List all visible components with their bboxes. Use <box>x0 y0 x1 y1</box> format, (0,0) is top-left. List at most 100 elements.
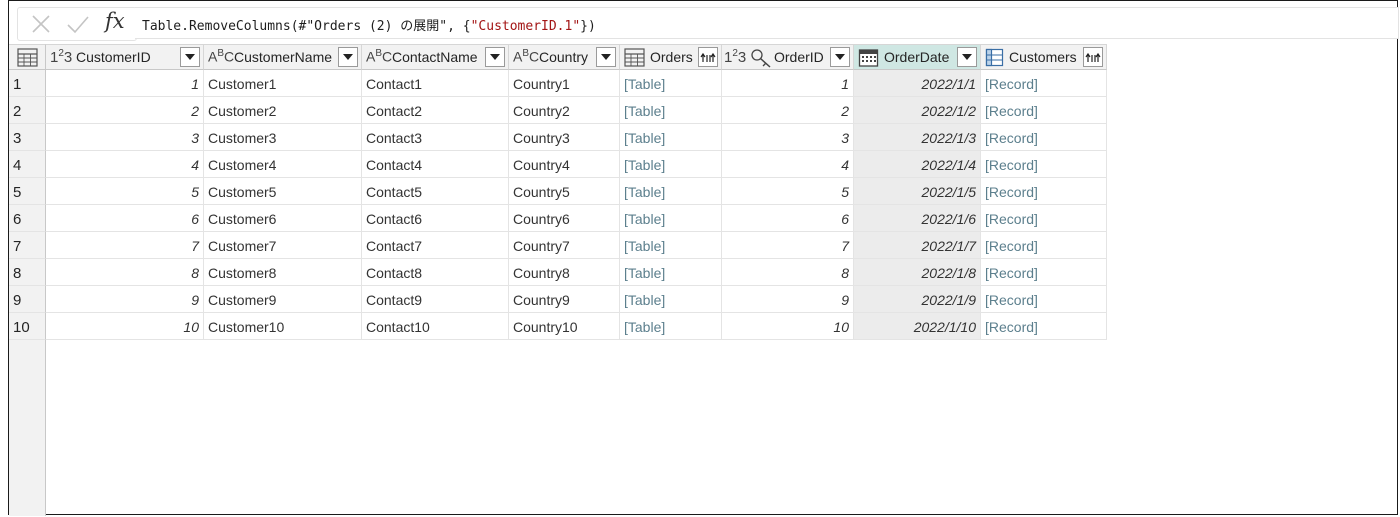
table-cell-orderid[interactable]: 7 <box>722 232 854 259</box>
table-cell-contactname[interactable]: Contact1 <box>362 70 509 97</box>
table-cell-customerid[interactable]: 3 <box>46 124 204 151</box>
row-number[interactable]: 6 <box>9 205 46 232</box>
column-header-customerid[interactable]: 123 CustomerID <box>46 44 204 70</box>
table-cell-orderid[interactable]: 5 <box>722 178 854 205</box>
table-cell-customername[interactable]: Customer7 <box>204 232 362 259</box>
table-cell-country[interactable]: Country5 <box>509 178 620 205</box>
column-header-orderdate[interactable]: OrderDate <box>854 44 981 70</box>
row-number[interactable]: 1 <box>9 70 46 97</box>
row-number[interactable]: 9 <box>9 286 46 313</box>
filter-dropdown-button[interactable] <box>180 47 200 67</box>
table-cell-country[interactable]: Country4 <box>509 151 620 178</box>
table-cell-orderid[interactable]: 1 <box>722 70 854 97</box>
table-cell-orders[interactable]: [Table] <box>620 124 722 151</box>
confirm-formula-button[interactable] <box>66 13 89 35</box>
filter-dropdown-button[interactable] <box>830 47 850 67</box>
table-cell-customers[interactable]: [Record] <box>981 205 1107 232</box>
table-cell-orderdate[interactable]: 2022/1/4 <box>854 151 981 178</box>
table-cell-country[interactable]: Country7 <box>509 232 620 259</box>
table-cell-customername[interactable]: Customer1 <box>204 70 362 97</box>
table-cell-customers[interactable]: [Record] <box>981 313 1107 340</box>
table-cell-customername[interactable]: Customer2 <box>204 97 362 124</box>
table-cell-customername[interactable]: Customer6 <box>204 205 362 232</box>
filter-dropdown-button[interactable] <box>957 47 977 67</box>
table-cell-customers[interactable]: [Record] <box>981 124 1107 151</box>
table-cell-orders[interactable]: [Table] <box>620 97 722 124</box>
table-cell-orderid[interactable]: 3 <box>722 124 854 151</box>
table-cell-contactname[interactable]: Contact4 <box>362 151 509 178</box>
table-cell-contactname[interactable]: Contact7 <box>362 232 509 259</box>
table-cell-customerid[interactable]: 6 <box>46 205 204 232</box>
select-all-corner[interactable] <box>9 44 46 70</box>
table-cell-orderdate[interactable]: 2022/1/3 <box>854 124 981 151</box>
table-cell-orders[interactable]: [Table] <box>620 70 722 97</box>
column-header-country[interactable]: ABC Country <box>509 44 620 70</box>
table-cell-customers[interactable]: [Record] <box>981 178 1107 205</box>
table-cell-orderid[interactable]: 4 <box>722 151 854 178</box>
expand-column-button[interactable] <box>1083 47 1103 67</box>
table-cell-country[interactable]: Country6 <box>509 205 620 232</box>
row-number[interactable]: 10 <box>9 313 46 340</box>
table-cell-contactname[interactable]: Contact3 <box>362 124 509 151</box>
row-number[interactable]: 2 <box>9 97 46 124</box>
table-cell-country[interactable]: Country1 <box>509 70 620 97</box>
row-number[interactable]: 8 <box>9 259 46 286</box>
table-cell-customername[interactable]: Customer8 <box>204 259 362 286</box>
table-cell-orders[interactable]: [Table] <box>620 232 722 259</box>
table-cell-country[interactable]: Country3 <box>509 124 620 151</box>
table-cell-customerid[interactable]: 1 <box>46 70 204 97</box>
table-cell-orders[interactable]: [Table] <box>620 151 722 178</box>
table-cell-contactname[interactable]: Contact6 <box>362 205 509 232</box>
formula-input[interactable]: Table.RemoveColumns(#"Orders (2) の展開", {… <box>135 7 1399 39</box>
column-header-contactname[interactable]: ABC ContactName <box>362 44 509 70</box>
table-cell-country[interactable]: Country10 <box>509 313 620 340</box>
table-cell-country[interactable]: Country2 <box>509 97 620 124</box>
table-cell-customerid[interactable]: 4 <box>46 151 204 178</box>
row-number[interactable]: 7 <box>9 232 46 259</box>
table-cell-orderdate[interactable]: 2022/1/8 <box>854 259 981 286</box>
table-cell-customers[interactable]: [Record] <box>981 232 1107 259</box>
row-number[interactable]: 3 <box>9 124 46 151</box>
column-header-orderid[interactable]: 123 OrderID <box>722 44 854 70</box>
table-cell-customername[interactable]: Customer5 <box>204 178 362 205</box>
filter-dropdown-button[interactable] <box>338 47 358 67</box>
table-cell-orderdate[interactable]: 2022/1/10 <box>854 313 981 340</box>
table-cell-contactname[interactable]: Contact2 <box>362 97 509 124</box>
table-cell-country[interactable]: Country8 <box>509 259 620 286</box>
table-cell-customername[interactable]: Customer10 <box>204 313 362 340</box>
table-cell-orders[interactable]: [Table] <box>620 205 722 232</box>
table-cell-orderdate[interactable]: 2022/1/1 <box>854 70 981 97</box>
table-cell-customers[interactable]: [Record] <box>981 97 1107 124</box>
row-number[interactable]: 5 <box>9 178 46 205</box>
filter-dropdown-button[interactable] <box>485 47 505 67</box>
row-number[interactable]: 4 <box>9 151 46 178</box>
table-cell-orderdate[interactable]: 2022/1/5 <box>854 178 981 205</box>
table-cell-customername[interactable]: Customer9 <box>204 286 362 313</box>
table-cell-customers[interactable]: [Record] <box>981 259 1107 286</box>
table-cell-customername[interactable]: Customer4 <box>204 151 362 178</box>
table-cell-orders[interactable]: [Table] <box>620 259 722 286</box>
table-cell-customerid[interactable]: 9 <box>46 286 204 313</box>
table-cell-orderid[interactable]: 10 <box>722 313 854 340</box>
table-cell-orderid[interactable]: 2 <box>722 97 854 124</box>
column-header-customername[interactable]: ABC CustomerName <box>204 44 362 70</box>
table-cell-customers[interactable]: [Record] <box>981 70 1107 97</box>
table-cell-orders[interactable]: [Table] <box>620 286 722 313</box>
table-cell-contactname[interactable]: Contact10 <box>362 313 509 340</box>
column-header-customers[interactable]: Customers <box>981 44 1107 70</box>
expand-column-button[interactable] <box>698 47 718 67</box>
table-cell-customerid[interactable]: 7 <box>46 232 204 259</box>
cancel-formula-button[interactable] <box>30 13 52 35</box>
table-cell-orderdate[interactable]: 2022/1/2 <box>854 97 981 124</box>
table-cell-customerid[interactable]: 5 <box>46 178 204 205</box>
table-cell-country[interactable]: Country9 <box>509 286 620 313</box>
table-cell-customerid[interactable]: 10 <box>46 313 204 340</box>
table-cell-orders[interactable]: [Table] <box>620 178 722 205</box>
table-cell-orders[interactable]: [Table] <box>620 313 722 340</box>
table-cell-customername[interactable]: Customer3 <box>204 124 362 151</box>
table-cell-customers[interactable]: [Record] <box>981 151 1107 178</box>
table-cell-orderdate[interactable]: 2022/1/6 <box>854 205 981 232</box>
table-cell-orderdate[interactable]: 2022/1/9 <box>854 286 981 313</box>
filter-dropdown-button[interactable] <box>596 47 616 67</box>
table-cell-orderdate[interactable]: 2022/1/7 <box>854 232 981 259</box>
